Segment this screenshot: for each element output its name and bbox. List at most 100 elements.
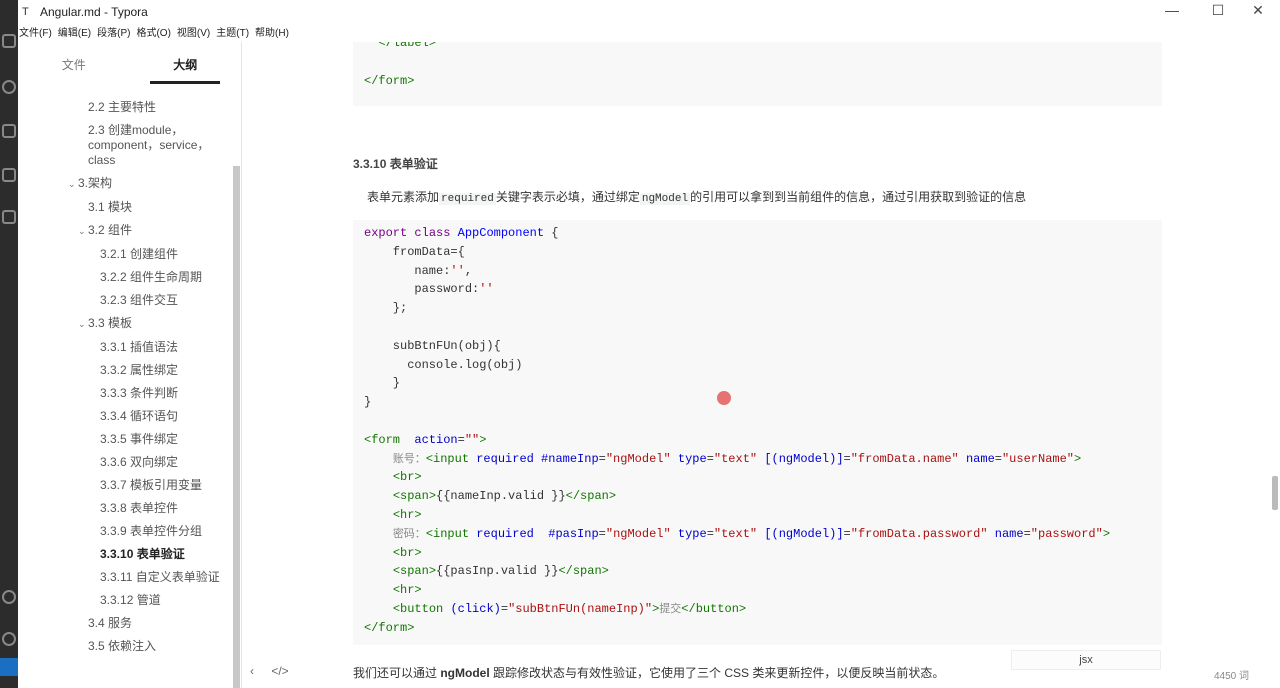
code-token: '' [479, 282, 494, 297]
code-token: = [843, 526, 851, 541]
code-token: <span> [392, 489, 437, 504]
outline-item[interactable]: 3.3.10 表单验证 [18, 543, 231, 566]
outline-list: 2.2 主要特性 2.3 创建module，component，service，c… [18, 78, 231, 688]
code-token: "userName" [1001, 451, 1074, 466]
account-icon[interactable] [2, 590, 16, 604]
outline-item-label: 3.3.10 表单验证 [100, 547, 185, 561]
code-token: <button [392, 601, 444, 616]
code-token: "fromData.name" [850, 451, 959, 466]
chevron-down-icon[interactable]: ⌄ [68, 177, 78, 192]
code-line: <form action=""> [364, 431, 1151, 450]
code-token: class [414, 226, 451, 240]
outline-item-label: 3.4 服务 [88, 616, 133, 630]
outline-item[interactable]: 3.3.1 插值语法 [18, 336, 231, 359]
code-token: <form [364, 432, 401, 447]
outline-item[interactable]: ⌄ 3.架构 [18, 172, 231, 196]
code-block[interactable]: export class AppComponent { fromData={ n… [353, 220, 1162, 645]
code-token: </button> [681, 601, 747, 616]
outline-item[interactable]: 3.3.12 管道 [18, 589, 231, 612]
outline-item[interactable]: ⌄ 3.3 模板 [18, 312, 231, 336]
paragraph: 我们还可以通过 ngModel 跟踪修改状态与有效性验证，它使用了三个 CSS … [353, 664, 944, 681]
code-token: "subBtnFUn(nameInp)" [508, 601, 653, 616]
code-token: "text" [713, 526, 758, 541]
tab-outline[interactable]: 大纲 [130, 42, 242, 80]
word-count[interactable]: 4450 词 [1214, 667, 1249, 682]
menu-theme[interactable]: 主题(T) [216, 24, 249, 42]
outline-item[interactable]: 3.3.4 循环语句 [18, 405, 231, 428]
menu-edit[interactable]: 编辑(E) [58, 24, 91, 42]
outline-item[interactable]: 3.3.3 条件判断 [18, 382, 231, 405]
outline-item[interactable]: 3.3.5 事件绑定 [18, 428, 231, 451]
code-line: <hr> [364, 506, 1151, 525]
menu-bar: 文件(F) 编辑(E) 段落(P) 格式(O) 视图(V) 主题(T) 帮助(H… [18, 24, 294, 42]
minimize-button[interactable]: — [1157, 2, 1187, 18]
outline-item[interactable]: 3.4 服务 [18, 612, 231, 635]
chevron-down-icon[interactable]: ⌄ [78, 317, 88, 332]
outline-item[interactable]: 3.3.8 表单控件 [18, 497, 231, 520]
outline-item-label: 3.3.12 管道 [100, 593, 161, 607]
menu-help[interactable]: 帮助(H) [255, 24, 289, 42]
code-token: "text" [713, 451, 758, 466]
tab-files[interactable]: 文件 [18, 42, 130, 80]
outline-item-label: 3.3.1 插值语法 [100, 340, 179, 354]
menu-paragraph[interactable]: 段落(P) [97, 24, 130, 42]
explorer-icon[interactable] [2, 34, 16, 48]
code-token: console.log(obj) [364, 357, 523, 372]
code-token: }; [364, 301, 408, 316]
outline-item[interactable]: 3.3.11 自定义表单验证 [18, 566, 231, 589]
sidebar-scrollbar[interactable] [233, 166, 240, 688]
mouse-cursor-indicator [717, 391, 731, 405]
search-icon[interactable] [2, 80, 16, 94]
outline-item[interactable]: 3.2.3 组件交互 [18, 289, 231, 312]
outline-item[interactable]: ⌄ 3.2 组件 [18, 219, 231, 243]
outline-item[interactable]: 3.3.6 双向绑定 [18, 451, 231, 474]
code-line: console.log(obj) [364, 356, 1151, 375]
editor-scrollbar[interactable] [1272, 476, 1278, 510]
source-mode-icon[interactable]: </> [271, 664, 288, 678]
outline-item-label: 2.2 主要特性 [88, 100, 157, 114]
code-language-input[interactable]: jsx [1011, 650, 1161, 670]
code-token: = [843, 451, 851, 466]
menu-file[interactable]: 文件(F) [19, 24, 52, 42]
chevron-down-icon[interactable]: ⌄ [78, 224, 88, 239]
code-token: export [364, 226, 408, 240]
outline-item-label: 3.3 模板 [88, 316, 133, 330]
code-token: </span> [565, 489, 617, 504]
outline-item[interactable]: 3.3.9 表单控件分组 [18, 520, 231, 543]
maximize-button[interactable]: ☐ [1203, 2, 1233, 19]
extensions-icon[interactable] [2, 210, 16, 224]
para-text: 的引用可以拿到到当前组件的信息，通过引用获取到验证的信息 [690, 190, 1027, 204]
outline-item[interactable]: 2.3 创建module，component，service，class [18, 119, 218, 172]
outline-item-label: 3.2.2 组件生命周期 [100, 270, 203, 284]
code-token: #nameInp [541, 451, 599, 466]
source-control-icon[interactable] [2, 124, 16, 138]
outline-item[interactable]: 3.2.1 创建组件 [18, 243, 231, 266]
close-button[interactable]: ✕ [1243, 2, 1273, 19]
outline-item[interactable]: 3.1 模块 [18, 196, 231, 219]
outline-item[interactable]: 3.3.7 模板引用变量 [18, 474, 231, 497]
outline-item[interactable]: 3.2.2 组件生命周期 [18, 266, 231, 289]
menu-format[interactable]: 格式(O) [136, 24, 170, 42]
code-line: <br> [364, 544, 1151, 563]
outline-item[interactable]: 3.3.2 属性绑定 [18, 359, 231, 382]
outline-item-label: 3.3.9 表单控件分组 [100, 524, 203, 538]
outline-item[interactable]: 3.5 依赖注入 [18, 635, 231, 658]
menu-view[interactable]: 视图(V) [177, 24, 210, 42]
outline-item-label: 3.3.6 双向绑定 [100, 455, 179, 469]
code-token: required [476, 526, 534, 541]
debug-icon[interactable] [2, 168, 16, 182]
outline-item-label: 3.3.8 表单控件 [100, 501, 179, 515]
gear-icon[interactable] [2, 632, 16, 646]
toggle-sidebar-icon[interactable]: ‹ [250, 664, 254, 678]
branch-icon[interactable] [0, 658, 18, 676]
outline-item[interactable]: 2.2 主要特性 [18, 96, 231, 119]
previous-code-block[interactable]: </label> </form> [353, 42, 1162, 106]
code-line: <button (click)="subBtnFUn(nameInp)">提交<… [364, 600, 1151, 619]
code-line: 密码：<input required #pasInp="ngModel" typ… [364, 525, 1151, 544]
